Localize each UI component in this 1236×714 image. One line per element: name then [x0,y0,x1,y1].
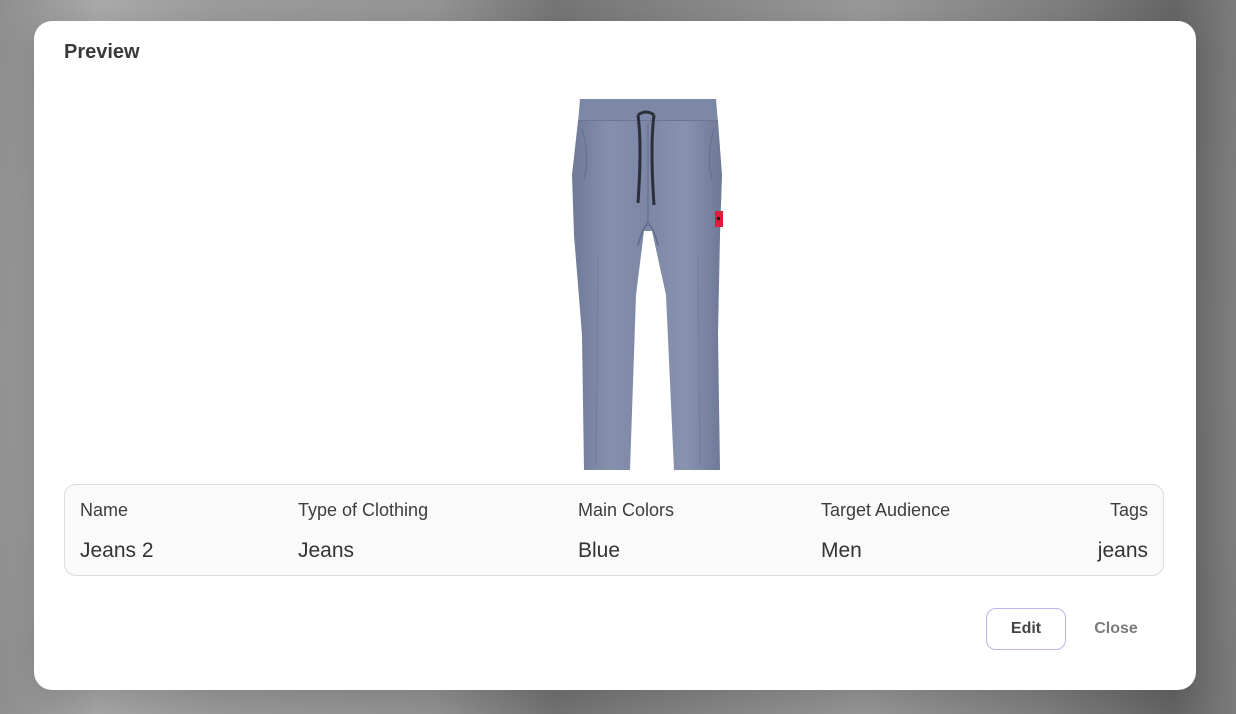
column-value: Men [821,539,862,562]
pants-illustration [572,99,723,470]
column-tags: Tags jeans [1068,485,1148,575]
column-header: Type of Clothing [298,500,429,520]
column-header: Main Colors [578,500,675,520]
edit-button[interactable]: Edit [986,608,1066,650]
column-value: Jeans [298,539,355,562]
column-header: Tags [1109,500,1148,520]
column-value: Jeans 2 [80,539,154,562]
column-value: jeans [1097,539,1148,562]
close-button[interactable]: Close [1080,608,1152,650]
dialog-title: Preview [64,41,140,63]
product-image [538,95,800,471]
product-details-table: Name Jeans 2 Type of Clothing Jeans Main… [64,484,1164,576]
preview-dialog: Preview Name Jeans 2 Type of Clothing Je… [34,21,1196,690]
column-value: Blue [578,539,621,562]
column-header: Target Audience [821,500,951,520]
column-header: Name [80,500,129,520]
